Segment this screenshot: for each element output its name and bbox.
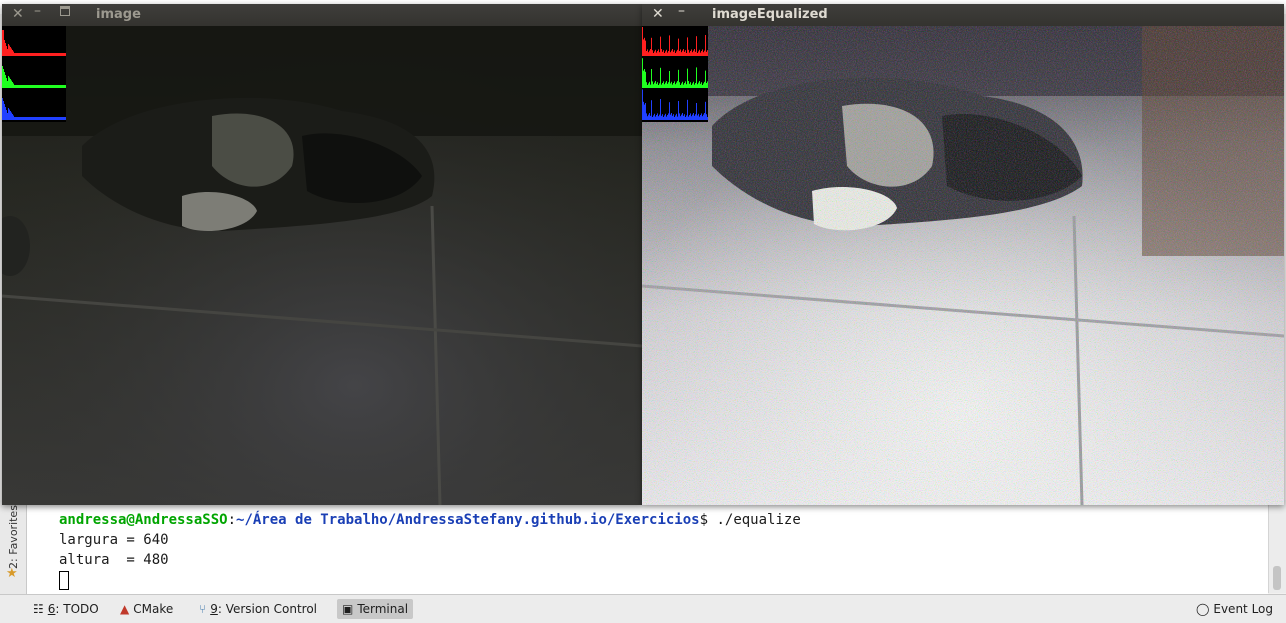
histogram-bar (642, 27, 643, 56)
histogram-bar (642, 89, 643, 120)
histogram-bar (2, 30, 3, 56)
histogram-baseline (642, 85, 708, 88)
image-equalized-window[interactable]: ✕ – imageEqualized (642, 3, 1284, 505)
terminal-output-line: largura = 640 (59, 532, 169, 548)
prompt-separator: : (227, 512, 237, 528)
cmake-tab[interactable]: ▲ CMake (115, 599, 178, 619)
event-log-label: Event Log (1213, 602, 1273, 616)
histogram-bar (3, 30, 4, 56)
event-log-icon: ◯ (1195, 602, 1210, 616)
histogram-baseline (2, 85, 66, 88)
favorites-tab[interactable]: 2: Favorites (7, 505, 21, 569)
image-equalized-canvas (642, 26, 1284, 505)
branch-icon: ⑂ (199, 602, 207, 616)
minimize-icon[interactable]: – (34, 3, 41, 19)
histogram-bar (2, 66, 3, 88)
prompt-path: ~/Área de Trabalho/AndressaStefany.githu… (236, 512, 700, 528)
terminal-tab[interactable]: ▣ Terminal (337, 599, 414, 619)
histogram-baseline (642, 117, 708, 120)
terminal-output-line: altura = 480 (59, 552, 169, 568)
histogram-bar (660, 99, 661, 120)
histogram-baseline (642, 53, 708, 56)
histogram-baseline (2, 53, 66, 56)
version-control-label: : Version Control (217, 602, 318, 616)
original-image (2, 26, 642, 505)
histogram-overlay (642, 26, 708, 122)
tool-window-bar: ☷ 6: TODO ▲ CMake ⑂ 9: Version Control ▣ Ter… (0, 594, 1286, 623)
equalized-image (642, 26, 1284, 505)
version-control-tab[interactable]: ⑂ 9: Version Control (194, 599, 322, 619)
terminal-icon: ▣ (342, 602, 354, 616)
window-title: imageEqualized (712, 7, 828, 22)
minimize-icon[interactable]: – (678, 3, 685, 19)
scrollbar-thumb[interactable] (1273, 566, 1281, 590)
version-control-mnemonic: 9 (210, 602, 218, 616)
event-log-tab[interactable]: ◯ Event Log (1191, 599, 1278, 619)
prompt-user: andressa@AndressaSSO (59, 512, 228, 528)
cmake-icon: ▲ (120, 602, 130, 616)
window-titlebar[interactable]: ✕ – image (2, 3, 642, 26)
todo-icon: ☷ (33, 602, 44, 616)
close-icon[interactable]: ✕ (652, 6, 664, 22)
maximize-icon[interactable] (60, 6, 70, 16)
terminal-label: Terminal (357, 602, 409, 616)
histogram-bar (669, 35, 670, 56)
terminal-cursor[interactable] (59, 571, 69, 590)
star-icon[interactable]: ★ (6, 566, 18, 581)
close-icon[interactable]: ✕ (12, 6, 24, 22)
histogram-overlay (2, 26, 66, 122)
todo-label: : TODO (55, 602, 99, 616)
todo-tab[interactable]: ☷ 6: TODO (28, 599, 104, 619)
terminal-scrollbar[interactable] (1268, 500, 1286, 593)
image-canvas (2, 26, 642, 505)
histogram-bar (660, 67, 661, 88)
prompt-command: $ ./equalize (699, 512, 801, 528)
window-title: image (96, 7, 141, 22)
histogram-bar (696, 67, 697, 88)
terminal-prompt-line: andressa@AndressaSSO:~/Área de Trabalho/… (59, 512, 801, 528)
cmake-label: CMake (133, 602, 174, 616)
window-titlebar[interactable]: ✕ – imageEqualized (642, 3, 1284, 26)
histogram-bar (642, 58, 643, 88)
histogram-bar (687, 99, 688, 120)
histogram-bar (705, 35, 706, 56)
image-window[interactable]: ✕ – image (2, 3, 642, 505)
histogram-baseline (2, 117, 66, 120)
histogram-bar (2, 98, 3, 120)
terminal-panel[interactable]: andressa@AndressaSSO:~/Área de Trabalho/… (27, 500, 1268, 594)
